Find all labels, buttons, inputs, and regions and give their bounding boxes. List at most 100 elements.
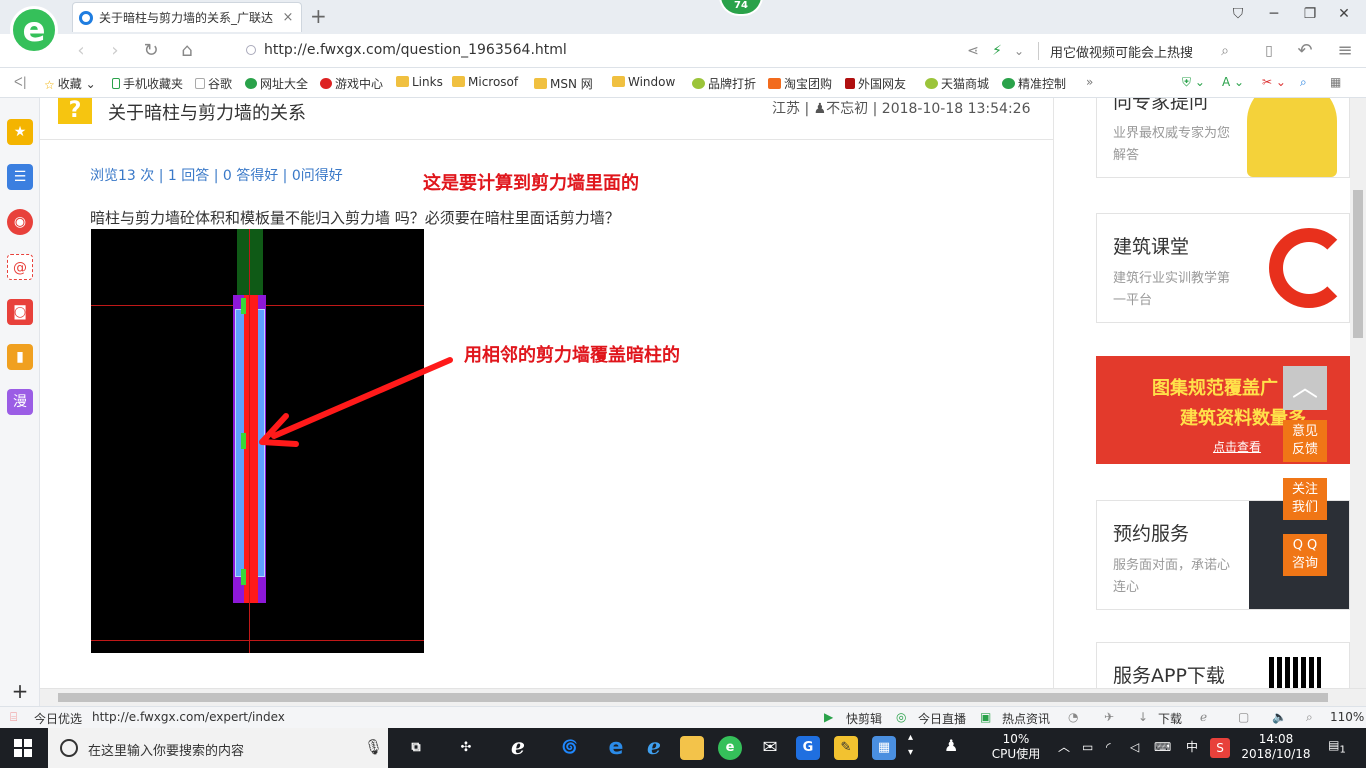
tray-arrow-icon[interactable]: ︿ [1058, 740, 1070, 755]
favorites-star-icon[interactable]: ★ [7, 119, 33, 145]
news-link[interactable]: 热点资讯 [1002, 710, 1050, 727]
game-controller-icon[interactable]: ◙ [7, 299, 33, 325]
forward-icon[interactable]: › [104, 40, 126, 62]
ime-indicator[interactable]: 中 [1186, 740, 1198, 755]
ie-icon[interactable]: ℯ [642, 736, 666, 760]
close-window-button[interactable]: ✕ [1334, 6, 1354, 26]
banner-link[interactable]: 点击查看 [1213, 438, 1261, 455]
add-panel-icon[interactable]: + [7, 678, 33, 704]
shield-icon[interactable]: ⛨ ⌄ [1182, 75, 1205, 90]
keyboard-icon[interactable]: ⌨ [1154, 740, 1171, 755]
weibo-icon[interactable]: ◉ [7, 209, 33, 235]
bookmark-item[interactable]: 游戏中心 [320, 75, 383, 92]
ie-icon[interactable]: ℯ [1200, 710, 1207, 724]
zoom-level[interactable]: 110% [1330, 710, 1364, 724]
mail-icon[interactable]: ✉ [758, 736, 782, 760]
bookmarks-collapse-icon[interactable]: ᐸ| [14, 75, 27, 89]
undo-icon[interactable]: ↶ [1294, 40, 1316, 62]
windows-start-icon[interactable] [14, 739, 32, 757]
url-field[interactable]: http://e.fwxgx.com/question_1963564.html [246, 42, 567, 58]
window-icon[interactable]: ▢ [1238, 710, 1249, 724]
pin-icon[interactable]: ✈ [1104, 710, 1114, 724]
taskbar-scroll-icon[interactable]: ▴ ▾ [908, 730, 913, 760]
browser-360-icon[interactable]: e [718, 736, 742, 760]
volume-icon[interactable]: ◁ [1130, 740, 1139, 755]
kuaijianji-link[interactable]: 快剪辑 [846, 710, 882, 727]
qq-consult-button[interactable]: Q Q 咨询 [1283, 534, 1327, 576]
follow-us-button[interactable]: 关注 我们 [1283, 478, 1327, 520]
scrollbar-thumb[interactable] [58, 693, 1328, 702]
speed-badge[interactable]: 74 [719, 0, 763, 16]
tab-close-button[interactable]: × [281, 10, 295, 25]
zoom-icon[interactable]: ⌕ [1306, 710, 1313, 725]
sogou-icon[interactable]: S [1210, 738, 1230, 758]
bookmark-item[interactable]: 网址大全 [245, 75, 308, 92]
bookmark-item[interactable]: Microsof [452, 75, 518, 89]
manga-icon[interactable]: 漫 [7, 389, 33, 415]
bookmark-item[interactable]: 外国网友 [845, 75, 906, 92]
ask-expert-card[interactable]: 向专家提问 业界最权威专家为您解答 [1096, 98, 1350, 178]
bookmark-item[interactable]: 精准控制 [1002, 75, 1066, 92]
mail-icon[interactable]: @ [7, 254, 33, 280]
search-input[interactable]: 用它做视频可能会上热搜 [1050, 42, 1193, 61]
minimize-button[interactable]: ─ [1264, 6, 1284, 26]
search-icon[interactable]: ⌕ [1214, 40, 1236, 62]
bookmark-item[interactable]: Window [612, 75, 675, 89]
scrollbar-thumb[interactable] [1353, 190, 1363, 338]
bookmark-item[interactable]: 品牌打折 [692, 75, 756, 92]
translate-icon[interactable]: A ⌄ [1222, 75, 1244, 89]
chevron-down-icon[interactable]: ⌄ [1008, 40, 1030, 62]
microphone-icon[interactable]: 🎙 [364, 738, 383, 756]
bookmark-item[interactable]: 谷歌 [195, 75, 232, 92]
building-class-card[interactable]: 建筑课堂 建筑行业实训教学第一平台 [1096, 213, 1350, 323]
bookmark-item[interactable]: 天猫商城 [925, 75, 989, 92]
taskbar-search-input[interactable]: 在这里输入你要搜索的内容 [88, 740, 244, 759]
bookmark-item[interactable]: 手机收藏夹 [112, 75, 183, 92]
site-info-icon[interactable] [246, 45, 256, 55]
search-tool-icon[interactable]: ⌕ [1300, 75, 1307, 90]
live-link[interactable]: 今日直播 [918, 710, 966, 727]
news-icon[interactable]: ☰ [7, 164, 33, 190]
cpu-meter[interactable]: 10% CPU使用 [990, 732, 1042, 762]
notification-icon[interactable]: ▤1 [1326, 738, 1348, 757]
photo-icon[interactable]: ▦ [872, 736, 896, 760]
grid-icon[interactable]: ▦ [1330, 75, 1341, 89]
lightning-icon[interactable]: ⚡ [986, 40, 1008, 62]
today-picks-link[interactable]: 今日优选 [34, 710, 82, 727]
edge-icon[interactable]: e [604, 736, 628, 760]
question-stats[interactable]: 浏览13 次 | 1 回答 | 0 答得好 | 0问得好 [90, 165, 343, 185]
download-link[interactable]: 下载 [1158, 710, 1182, 727]
menu-icon[interactable]: ≡ [1334, 40, 1356, 62]
vertical-scrollbar[interactable] [1350, 98, 1366, 688]
battery-icon[interactable]: ▭ [1082, 740, 1093, 755]
horizontal-scrollbar[interactable] [40, 688, 1366, 706]
glodon-icon[interactable]: G [796, 736, 820, 760]
bookmark-item[interactable]: MSN 网 [534, 75, 593, 92]
refresh-icon[interactable]: ↻ [140, 40, 162, 62]
swirl-icon[interactable]: 🌀 [558, 736, 582, 760]
browser-logo-icon[interactable]: e [10, 6, 58, 54]
file-explorer-icon[interactable] [680, 736, 704, 760]
restore-button[interactable]: ❐ [1300, 6, 1320, 26]
app-download-card[interactable]: 服务APP下载 [1096, 642, 1350, 688]
share-icon[interactable]: ⋖ [962, 40, 984, 62]
clock[interactable]: 14:08 2018/10/18 [1238, 732, 1314, 762]
people-icon[interactable]: ♟ [944, 738, 958, 754]
new-tab-button[interactable]: + [310, 4, 327, 28]
feedback-button[interactable]: 意见 反馈 [1283, 420, 1327, 462]
back-icon[interactable]: ‹ [70, 40, 92, 62]
notes-icon[interactable]: ✎ [834, 736, 858, 760]
skin-icon[interactable]: ⛉ [1228, 6, 1248, 26]
task-view-icon[interactable]: ⧉ [404, 736, 428, 760]
accelerate-icon[interactable]: ◔ [1068, 710, 1078, 724]
bookmark-item[interactable]: ☆ 收藏 ⌄ [44, 75, 96, 92]
pinwheel-icon[interactable]: ✣ [454, 736, 478, 760]
bookmark-item[interactable]: Links [396, 75, 443, 89]
bookmark-item[interactable]: 淘宝团购 [768, 75, 832, 92]
home-icon[interactable]: ⌂ [176, 40, 198, 62]
taskbar-search[interactable]: 在这里输入你要搜索的内容 🎙 [48, 728, 388, 768]
phone-icon[interactable]: ▯ [1258, 40, 1280, 62]
tab-active[interactable]: 关于暗柱与剪力墙的关系_广联达 × [72, 2, 302, 32]
scissors-icon[interactable]: ✂ ⌄ [1262, 75, 1286, 89]
edge-legacy-icon[interactable]: ℯ [506, 736, 530, 760]
